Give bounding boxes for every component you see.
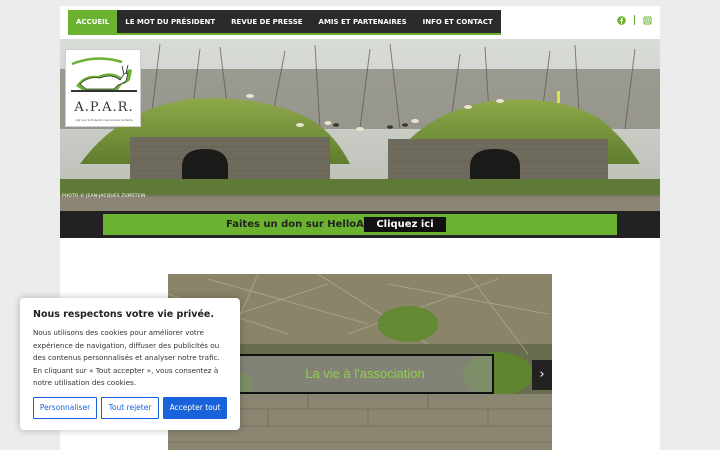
nav-item-amis-partenaires[interactable]: AMIS ET PARTENAIRES <box>311 10 415 33</box>
top-bar: ACCUEIL LE MOT DU PRÉSIDENT REVUE DE PRE… <box>60 6 660 39</box>
nav-item-revue-de-presse[interactable]: REVUE DE PRESSE <box>223 10 310 33</box>
logo-subtitle: Agir pour la Protection des Animaux de R… <box>75 119 133 122</box>
main-nav: ACCUEIL LE MOT DU PRÉSIDENT REVUE DE PRE… <box>68 10 501 35</box>
slide-caption-text: La vie à l'association <box>305 366 425 381</box>
donation-bar: Faites un don sur HelloAsso Cliquez ici <box>60 211 660 238</box>
apar-logo[interactable]: A.P.A.R. Agir pour la Protection des Ani… <box>65 49 141 127</box>
customize-button[interactable]: Personnaliser <box>33 397 97 419</box>
reject-all-button[interactable]: Tout rejeter <box>101 397 159 419</box>
nav-item-info-contact[interactable]: INFO ET CONTACT <box>415 10 501 33</box>
cookie-body: Nous utilisons des cookies pour améliore… <box>33 328 220 387</box>
instagram-icon[interactable] <box>643 15 652 25</box>
donation-banner[interactable]: Faites un don sur HelloAsso Cliquez ici <box>103 214 617 235</box>
nav-item-accueil[interactable]: ACCUEIL <box>68 10 118 33</box>
social-separator <box>634 15 635 25</box>
nav-item-mot-du-president[interactable]: LE MOT DU PRÉSIDENT <box>117 10 223 33</box>
slide-caption[interactable]: La vie à l'association <box>236 354 494 394</box>
hero-banner: A.P.A.R. Agir pour la Protection des Ani… <box>60 39 660 211</box>
hero-photo <box>60 39 660 211</box>
donation-text: Faites un don sur HelloAsso <box>226 219 383 230</box>
facebook-icon[interactable] <box>617 15 626 25</box>
cookie-title: Nous respectons votre vie privée. <box>33 309 214 320</box>
slider-next-button[interactable]: › <box>532 360 552 390</box>
donate-button[interactable]: Cliquez ici <box>364 217 446 232</box>
social-links <box>617 15 652 25</box>
accept-all-button[interactable]: Accepter tout <box>163 397 227 419</box>
photo-credit: PHOTO © JEAN-JACQUES ZUMSTEIN <box>62 194 146 199</box>
cookie-buttons: Personnaliser Tout rejeter Accepter tout <box>33 397 227 419</box>
cookie-consent-dialog: Nous respectons votre vie privée. Nous u… <box>20 298 240 430</box>
goat-logo-icon <box>69 53 139 97</box>
logo-title: A.P.A.R. <box>74 100 134 115</box>
